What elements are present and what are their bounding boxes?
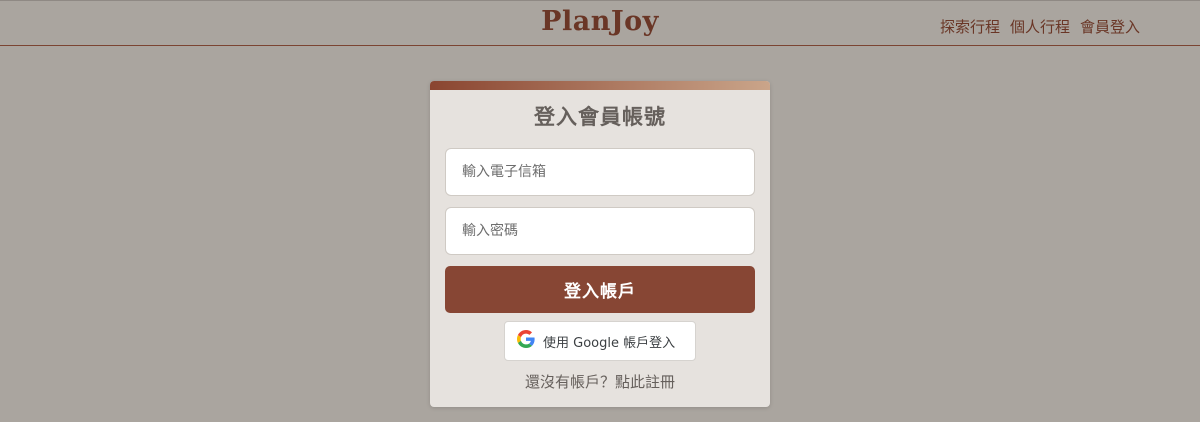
login-button[interactable]: 登入帳戶 — [445, 266, 755, 313]
top-navbar: PlanJoy 探索行程 個人行程 會員登入 — [0, 0, 1200, 46]
nav-member-login[interactable]: 會員登入 — [1080, 16, 1140, 37]
password-input[interactable] — [445, 207, 755, 255]
google-button-label: 使用 Google 帳戶登入 — [543, 335, 676, 351]
login-modal: 登入會員帳號 登入帳戶 使用 Google 帳戶登入 還沒有帳戶？點此註冊 — [430, 81, 770, 407]
email-input[interactable] — [445, 148, 755, 196]
nav-personal-trips[interactable]: 個人行程 — [1010, 16, 1070, 37]
nav-menu: 探索行程 個人行程 會員登入 — [940, 16, 1140, 37]
modal-accent-bar — [430, 81, 770, 90]
nav-explore-trips[interactable]: 探索行程 — [940, 16, 1000, 37]
register-link[interactable]: 還沒有帳戶？點此註冊 — [430, 371, 770, 392]
google-g-icon — [517, 330, 535, 352]
google-login-button[interactable]: 使用 Google 帳戶登入 — [504, 321, 696, 361]
modal-title: 登入會員帳號 — [534, 105, 666, 129]
